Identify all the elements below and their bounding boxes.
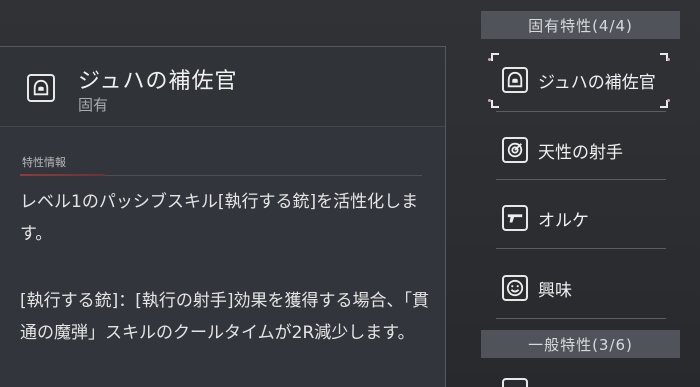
list-divider: [496, 248, 666, 249]
target-icon: [502, 137, 528, 163]
unique-traits-header: 固有特性(4/4): [481, 11, 680, 39]
trait-item-interest[interactable]: 興味: [496, 253, 666, 323]
trait-label: ジュハの補佐官: [538, 72, 656, 93]
section-divider-accent: [20, 174, 105, 176]
trait-detail-body: 特性情報 レベル1のパッシブスキル[執行する銃]を活性化します。 [執行する銃]…: [0, 127, 445, 387]
trait-item-juha-aide[interactable]: ジュハの補佐官: [496, 45, 666, 115]
list-divider: [496, 318, 666, 319]
section-label: 特性情報: [22, 156, 66, 169]
trait-item-orke[interactable]: オルケ: [496, 183, 666, 253]
trait-label: オルケ: [538, 210, 589, 231]
trait-label: 天性の射手: [538, 142, 623, 163]
trait-type: 固有: [78, 96, 109, 114]
list-divider: [496, 111, 666, 112]
general-traits-header: 一般特性(3/6): [481, 330, 680, 358]
gun-icon: [502, 205, 528, 231]
hooded-figure-icon: [27, 74, 55, 102]
list-divider: [496, 179, 666, 180]
trait-detail-header: ジュハの補佐官 固有: [0, 47, 445, 127]
trait-label: 興味: [538, 280, 572, 301]
trait-description-1: レベル1のパッシブスキル[執行する銃]を活性化します。: [20, 192, 419, 244]
hooded-figure-icon: [502, 67, 528, 93]
trait-detail-panel: ジュハの補佐官 固有 特性情報 レベル1のパッシブスキル[執行する銃]を活性化し…: [0, 46, 446, 387]
trait-item-born-shooter[interactable]: 天性の射手: [496, 115, 666, 185]
trait-icon-partial[interactable]: [502, 378, 528, 387]
trait-title: ジュハの補佐官: [78, 69, 238, 94]
smiley-icon: [502, 275, 528, 301]
trait-description-2: [執行する銃]：[執行の射手]効果を獲得する場合、「貫通の魔弾」スキルのクールタ…: [20, 291, 430, 343]
